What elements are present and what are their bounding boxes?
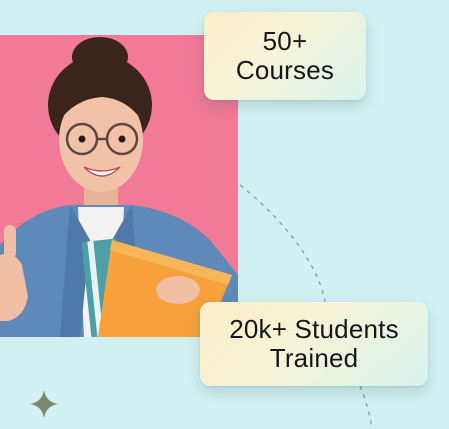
stat-label: Trained <box>269 343 359 373</box>
student-with-books-photo <box>0 35 238 337</box>
stat-label: Courses <box>235 55 335 85</box>
stat-value: 50+ <box>262 25 308 56</box>
stat-card-students: 20k+ Students Trained <box>200 302 428 386</box>
hero-visual: 50+ Courses 20k+ Students Trained <box>0 0 449 429</box>
stat-card-courses: 50+ Courses <box>204 12 366 100</box>
stat-value: 20k+ Students <box>229 313 399 344</box>
sparkle-icon <box>30 390 58 418</box>
student-photo <box>0 35 238 337</box>
